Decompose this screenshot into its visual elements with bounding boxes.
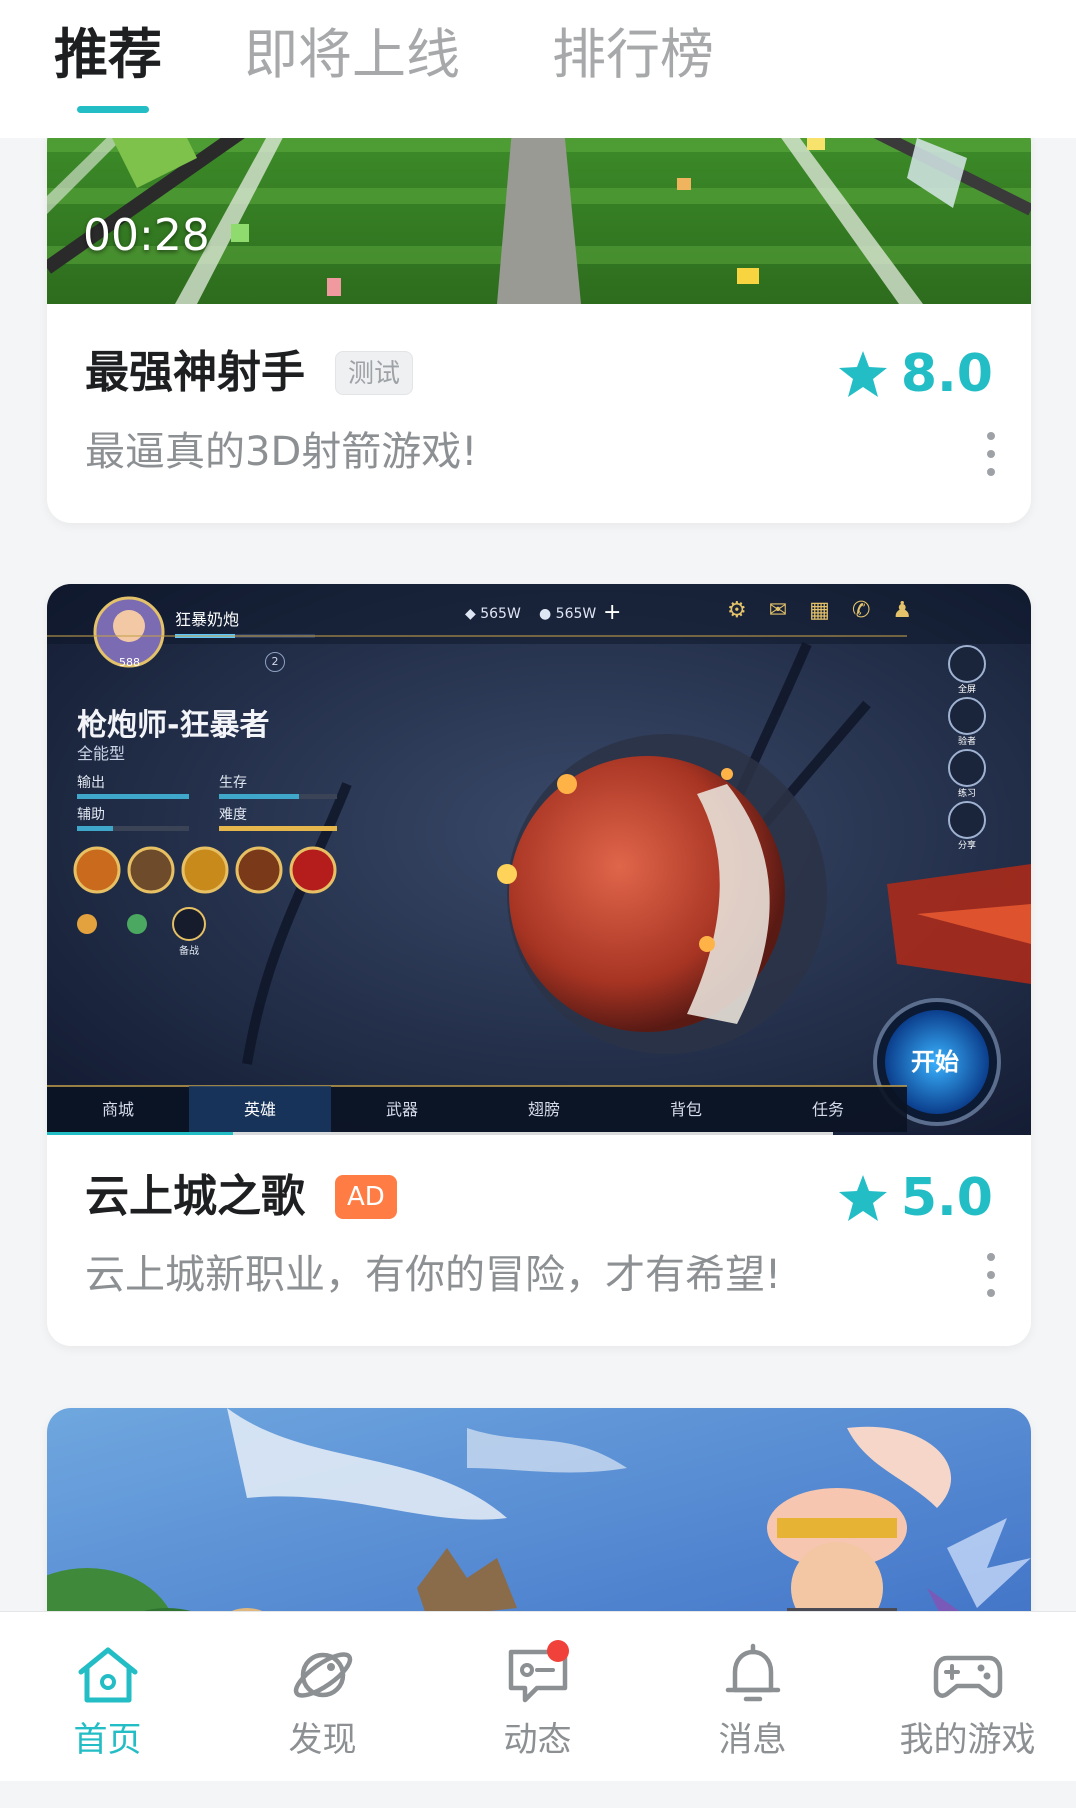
rating-value: 5.0 [900, 1168, 993, 1228]
hud-stat-label: 生存 [219, 775, 247, 791]
hud-level: 588 [119, 656, 140, 669]
video-duration: 00:28 [83, 210, 210, 261]
hud-class-type: 全能型 [77, 744, 126, 763]
game-description: 云上城新职业，有你的冒险，才有希望! [85, 1252, 782, 1298]
hud-menu-item: 背包 [669, 1100, 702, 1119]
hud-bottom-menu: 商城 英雄 武器 翅膀 背包 任务 [47, 1096, 907, 1120]
nav-label: 消息 [718, 1720, 787, 1760]
test-badge: 测试 [335, 351, 414, 395]
hud-skill-label: 备战 [179, 946, 199, 957]
game-feed[interactable]: 00:28 最强神射手 测试 8.0 最逼真的3D射箭游戏! 狂暴奶炮 588 … [0, 138, 1076, 1611]
game-rating: 5.0 [838, 1168, 993, 1228]
hud-stat-label: 辅助 [77, 807, 105, 823]
more-options-icon[interactable] [981, 1253, 1001, 1297]
hud-badge-count: 2 [265, 652, 285, 672]
ad-badge: AD [335, 1175, 397, 1219]
gamepad-icon [933, 1642, 1003, 1708]
hud-side-label: 验者 [957, 737, 976, 747]
nav-home[interactable]: 首页 [0, 1612, 215, 1782]
chat-icon [503, 1640, 573, 1708]
nav-discover[interactable]: 发现 [215, 1612, 430, 1782]
game-title[interactable]: 最强神射手 [85, 345, 305, 401]
bottom-navigation: 首页 发现 动态 消息 我的游戏 [0, 1611, 1076, 1781]
mmo-scene-image [47, 584, 1031, 1135]
hud-currency-2: ● 565W [539, 606, 597, 622]
nav-label: 我的游戏 [899, 1720, 1036, 1760]
hud-menu-item: 任务 [811, 1100, 844, 1119]
hud-stat-label: 输出 [77, 775, 105, 791]
hud-menu-item: 商城 [101, 1100, 134, 1119]
nav-label: 首页 [73, 1720, 142, 1760]
hud-add-currency-icon[interactable]: + [603, 600, 621, 625]
hud-start-button: 开始 [911, 1048, 959, 1076]
star-icon [838, 1175, 887, 1221]
hud-toolbar-icons[interactable]: ⚙✉▦✆♟ [727, 598, 934, 623]
hud-currency-1: ◆ 565W [465, 606, 521, 622]
planet-icon [288, 1642, 358, 1708]
rating-value: 8.0 [900, 344, 993, 404]
bell-icon [718, 1642, 788, 1708]
more-options-icon[interactable] [981, 432, 1001, 476]
game-card[interactable] [47, 1408, 1031, 1611]
hud-menu-item: 武器 [385, 1100, 418, 1119]
active-tab-indicator [77, 106, 149, 113]
top-tab-bar: 推荐 即将上线 排行榜 [0, 0, 1076, 138]
nav-activity[interactable]: 动态 [430, 1612, 645, 1782]
game-video[interactable]: 狂暴奶炮 588 2 ◆ 565W ● 565W + ⚙✉▦✆♟ 枪炮师-狂暴者… [47, 584, 1031, 1135]
hud-player-name: 狂暴奶炮 [175, 610, 240, 629]
tab-ranking[interactable]: 排行榜 [552, 20, 714, 90]
hud-menu-item: 翅膀 [527, 1100, 560, 1119]
game-video[interactable]: 00:28 [47, 138, 1031, 304]
home-icon [73, 1642, 143, 1708]
hud-side-label: 练习 [957, 789, 976, 799]
nav-messages[interactable]: 消息 [645, 1612, 860, 1782]
game-title[interactable]: 云上城之歌 [85, 1169, 305, 1225]
nav-my-games[interactable]: 我的游戏 [860, 1612, 1075, 1782]
cartoon-scene-image [47, 1408, 1031, 1611]
hud-side-label: 分享 [957, 841, 976, 851]
tab-coming-soon[interactable]: 即将上线 [244, 20, 460, 90]
nav-label: 发现 [288, 1720, 357, 1760]
hud-class-title: 枪炮师-狂暴者 [77, 708, 270, 743]
hud-stat-label: 难度 [219, 807, 247, 823]
hud-side-label: 全屏 [957, 685, 976, 695]
notification-dot [546, 1640, 569, 1662]
game-card[interactable]: 00:28 最强神射手 测试 8.0 最逼真的3D射箭游戏! [47, 138, 1031, 523]
game-video[interactable] [47, 1408, 1031, 1611]
system-gesture-area [0, 1781, 1076, 1808]
game-rating: 8.0 [838, 344, 993, 404]
tab-recommend[interactable]: 推荐 [54, 20, 162, 90]
nav-label: 动态 [503, 1720, 572, 1760]
game-description: 最逼真的3D射箭游戏! [85, 429, 478, 475]
hud-menu-item: 英雄 [243, 1100, 276, 1119]
game-card[interactable]: 狂暴奶炮 588 2 ◆ 565W ● 565W + ⚙✉▦✆♟ 枪炮师-狂暴者… [47, 584, 1031, 1346]
star-icon [838, 351, 887, 397]
